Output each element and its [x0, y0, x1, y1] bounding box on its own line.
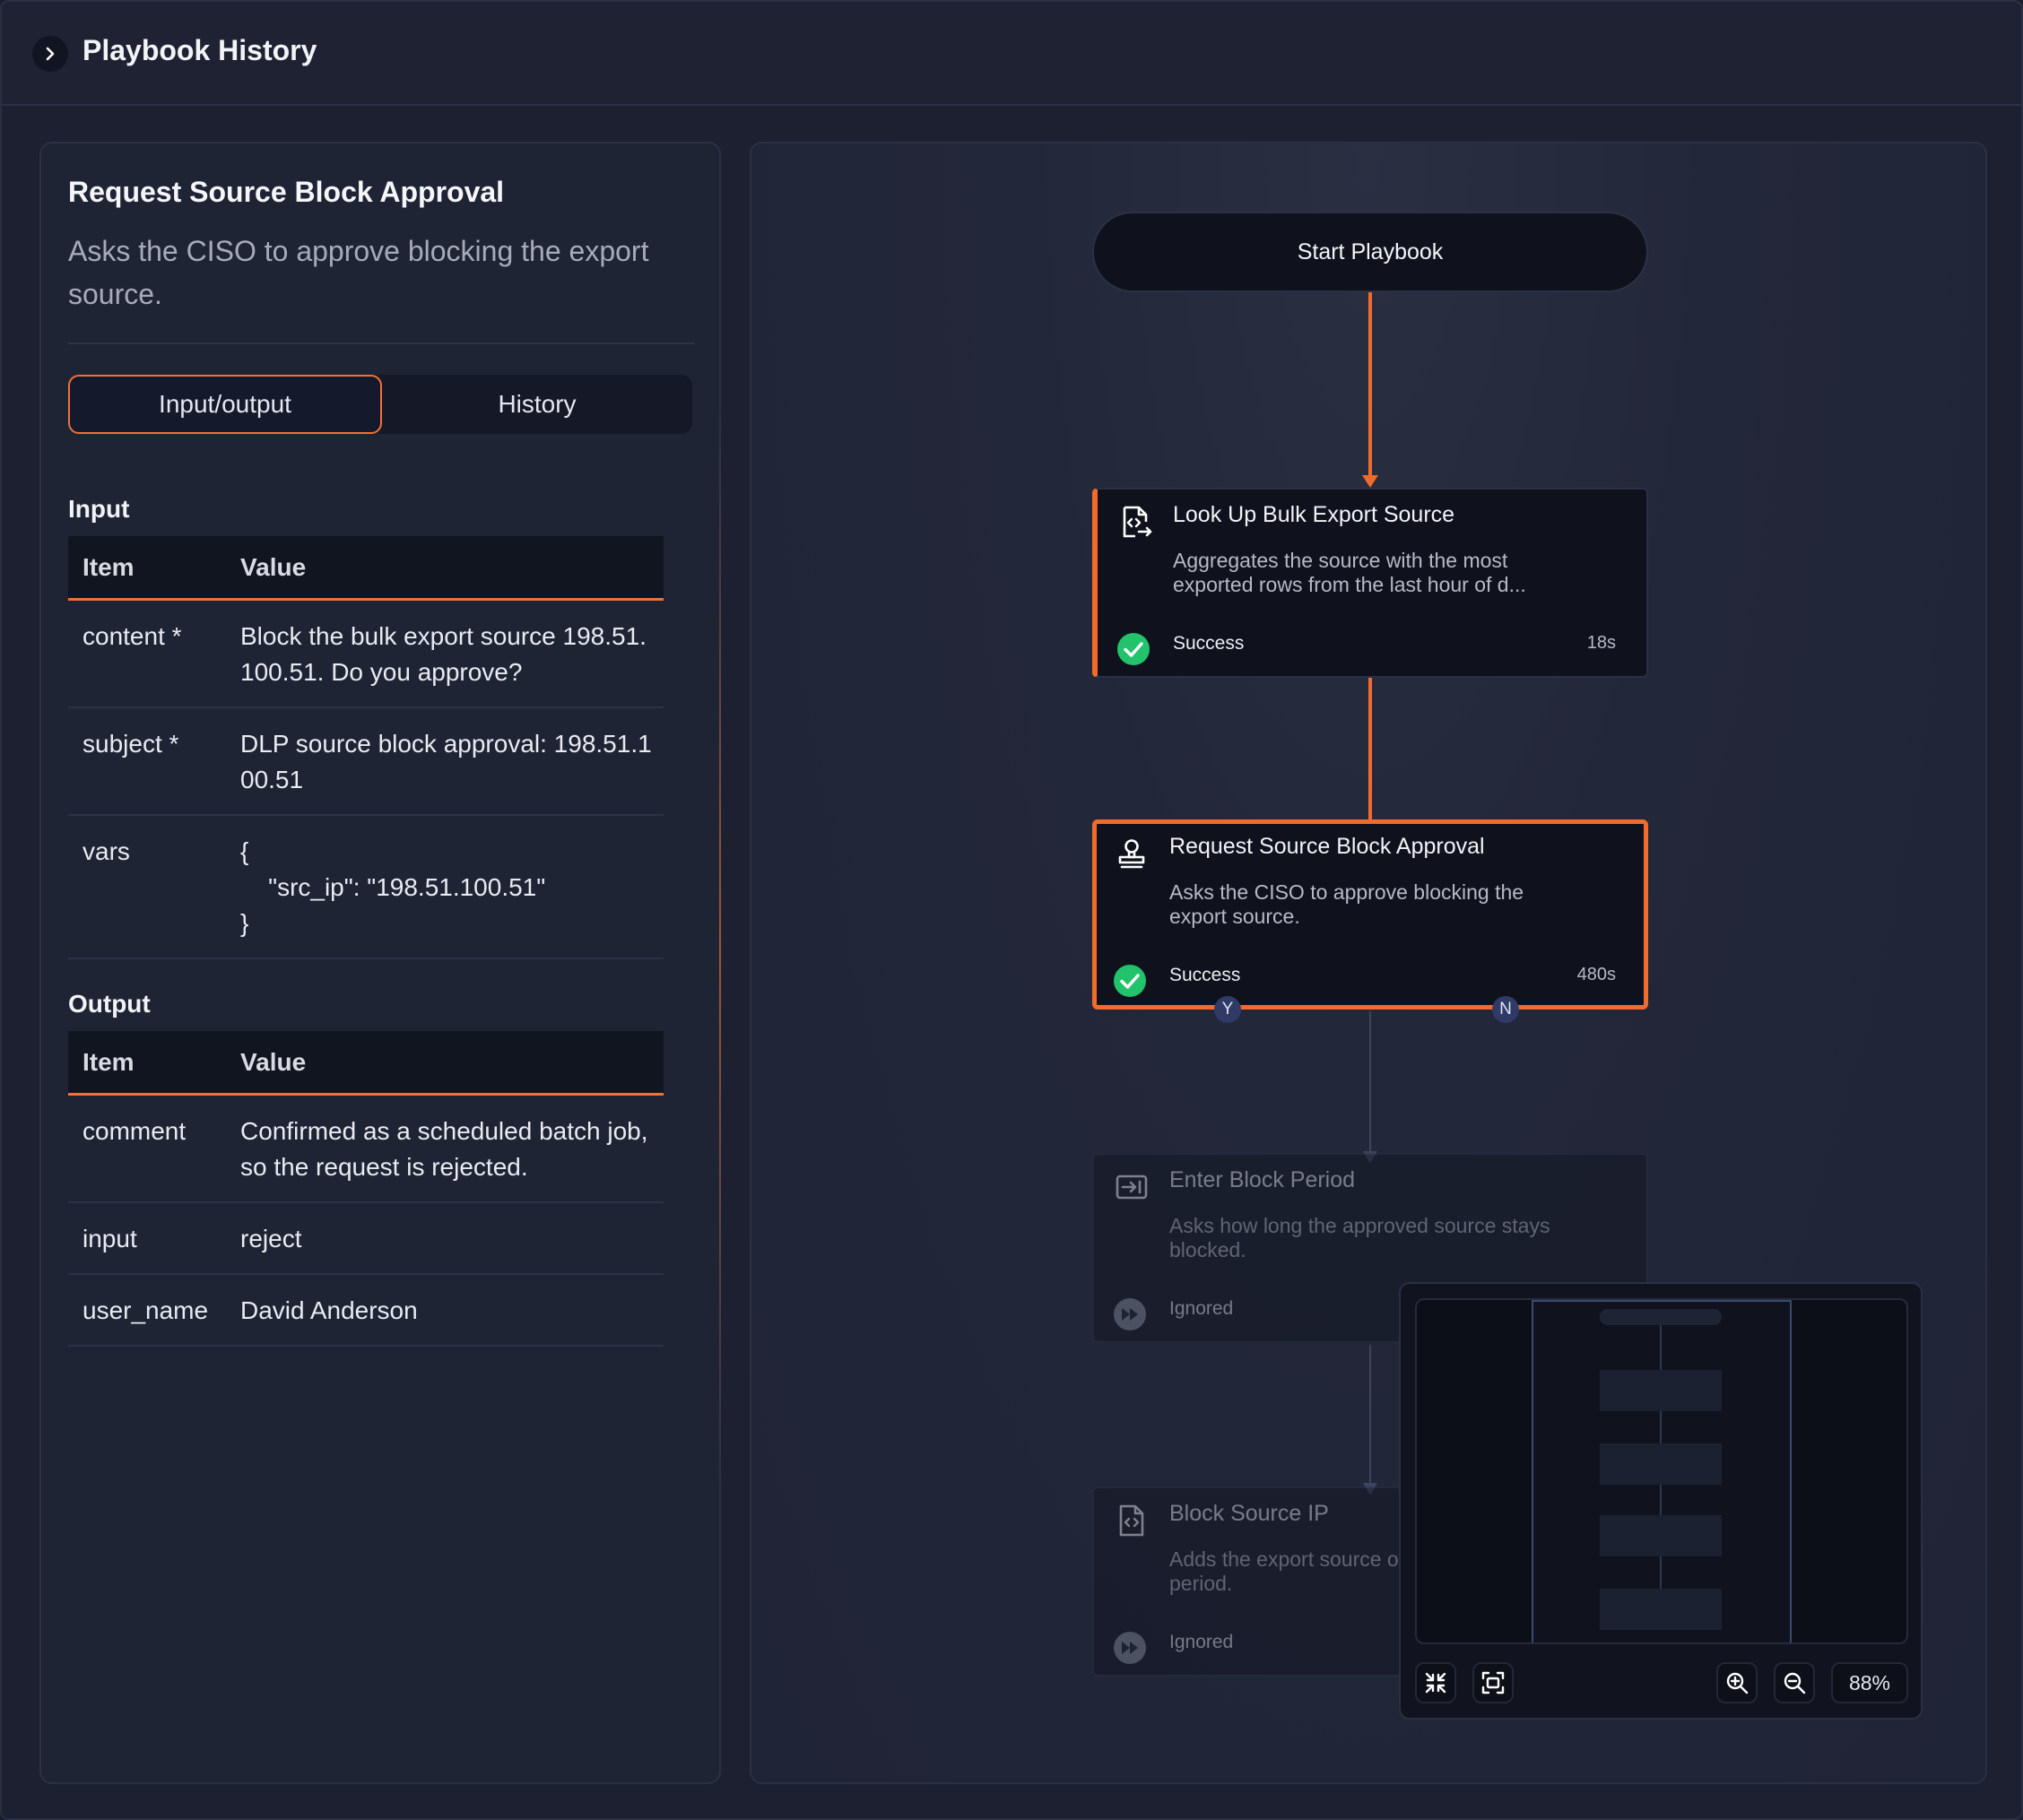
start-playbook-node[interactable]: Start Playbook — [1092, 212, 1648, 292]
table-row: input reject — [68, 1203, 664, 1275]
node-duration: 18s — [1586, 633, 1616, 653]
row-value: { "src_ip": "198.51.100.51" } — [240, 837, 546, 937]
node-description: Asks the CISO to approve blocking the ex… — [1169, 880, 1524, 928]
node-title: Request Source Block Approval — [1169, 834, 1485, 859]
playbook-history-window: Playbook History Request Source Block Ap… — [0, 0, 2023, 1820]
row-key: subject * — [82, 730, 179, 758]
node-title: Request Source Block Approval — [68, 176, 505, 208]
chevron-right-icon — [46, 47, 55, 61]
node-status: Success — [1173, 633, 1245, 654]
node-duration: 480s — [1576, 965, 1616, 984]
arrow-head — [1362, 475, 1378, 488]
node-description: Asks how long the approved source stays … — [1169, 1214, 1550, 1261]
minimap-node — [1600, 1443, 1722, 1485]
header: Playbook History — [2, 2, 2021, 106]
node-title: Look Up Bulk Export Source — [1173, 502, 1455, 527]
minimap-node — [1600, 1515, 1722, 1556]
connector-line — [1369, 1011, 1371, 1157]
node-status: Ignored — [1169, 1298, 1234, 1319]
input-table: Item Value content * Block the bulk expo… — [68, 536, 664, 959]
input-arrow-icon — [1116, 1174, 1148, 1200]
table-row: content * Block the bulk export source 1… — [68, 601, 664, 708]
collapse-button[interactable] — [32, 36, 68, 72]
page-title: Playbook History — [82, 34, 317, 66]
connector-line — [1368, 676, 1372, 827]
input-section-title: Input — [68, 495, 130, 523]
row-key: user_name — [82, 1296, 209, 1324]
table-header: Item Value — [68, 1031, 664, 1096]
node-description: Asks the CISO to approve blocking the ex… — [68, 235, 649, 310]
zoom-out-icon — [1784, 1672, 1806, 1694]
minimap-connector — [1660, 1411, 1662, 1443]
row-key: comment — [82, 1117, 187, 1145]
check-circle-icon — [1114, 965, 1146, 997]
code-file-icon — [1119, 1504, 1144, 1537]
minimap-connector — [1660, 1325, 1662, 1370]
row-key: content * — [82, 622, 182, 650]
code-file-arrow-icon — [1123, 506, 1152, 538]
column-header-item: Item — [82, 552, 135, 581]
tab-bar: Input/output History — [68, 375, 692, 434]
table-row: vars { "src_ip": "198.51.100.51" } — [68, 816, 664, 959]
collapse-arrows-icon — [1425, 1672, 1446, 1694]
column-header-item: Item — [82, 1047, 135, 1076]
approval-stamp-icon — [1118, 839, 1145, 869]
connector-line — [1368, 292, 1372, 479]
row-key: input — [82, 1225, 137, 1252]
flow-node-request-source-block-approval[interactable]: Request Source Block Approval Asks the C… — [1092, 819, 1648, 1010]
node-description: Aggregates the source with the most expo… — [1173, 549, 1526, 596]
row-value: DLP source block approval: 198.51.100.51 — [240, 730, 652, 793]
output-table: Item Value comment Confirmed as a schedu… — [68, 1031, 664, 1347]
port-yes[interactable]: Y — [1214, 996, 1241, 1023]
tab-history[interactable]: History — [382, 375, 692, 434]
row-value: Confirmed as a scheduled batch job, so t… — [240, 1117, 656, 1181]
table-row: subject * DLP source block approval: 198… — [68, 708, 664, 816]
minimap-connector — [1660, 1556, 1662, 1589]
divider — [68, 342, 694, 344]
row-value: reject — [240, 1225, 302, 1252]
row-value: Block the bulk export source 198.51.100.… — [240, 622, 647, 686]
minimap-view[interactable] — [1415, 1298, 1908, 1644]
output-section-title: Output — [68, 990, 151, 1018]
zoom-level[interactable]: 88% — [1831, 1662, 1908, 1703]
zoom-in-icon — [1726, 1672, 1749, 1694]
collapse-view-button[interactable] — [1415, 1662, 1456, 1703]
skip-circle-icon — [1114, 1298, 1146, 1330]
connector-line — [1369, 1345, 1371, 1488]
flow-node-look-up-bulk-export-source[interactable]: Look Up Bulk Export Source Aggregates th… — [1092, 488, 1648, 678]
zoom-in-button[interactable] — [1716, 1662, 1758, 1703]
skip-circle-icon — [1114, 1632, 1146, 1664]
row-key: vars — [82, 837, 130, 865]
row-value: David Anderson — [240, 1296, 418, 1324]
check-circle-icon — [1117, 633, 1150, 665]
table-row: user_name David Anderson — [68, 1275, 664, 1347]
table-header: Item Value — [68, 536, 664, 601]
node-title: Block Source IP — [1169, 1501, 1329, 1526]
zoom-out-button[interactable] — [1774, 1662, 1815, 1703]
minimap: 88% — [1399, 1282, 1923, 1720]
fit-screen-icon — [1481, 1671, 1505, 1694]
node-status: Success — [1169, 965, 1241, 985]
tab-input-output[interactable]: Input/output — [68, 375, 382, 434]
node-status: Ignored — [1169, 1632, 1234, 1652]
minimap-start-node — [1600, 1309, 1722, 1325]
node-detail-panel: Request Source Block Approval Asks the C… — [39, 142, 721, 1784]
column-header-value: Value — [240, 552, 307, 581]
fit-view-button[interactable] — [1472, 1662, 1514, 1703]
minimap-node — [1600, 1370, 1722, 1411]
port-no[interactable]: N — [1492, 996, 1519, 1023]
node-title: Enter Block Period — [1169, 1167, 1356, 1192]
minimap-node — [1600, 1589, 1722, 1630]
table-row: comment Confirmed as a scheduled batch j… — [68, 1096, 664, 1203]
column-header-value: Value — [240, 1047, 307, 1076]
minimap-connector — [1660, 1485, 1662, 1515]
flow-canvas[interactable]: Start Playbook Look Up Bulk Export Sourc… — [750, 142, 1987, 1784]
